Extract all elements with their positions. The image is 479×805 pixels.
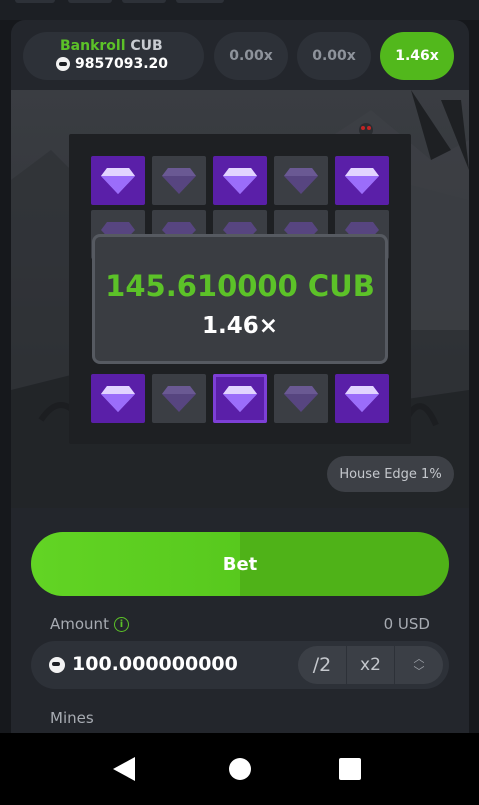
gem-icon — [162, 167, 196, 194]
double-label: x2 — [360, 655, 381, 675]
bet-button[interactable]: Bet — [31, 532, 449, 596]
gem-icon — [223, 385, 257, 412]
win-popup: 145.610000 CUB 1.46× — [92, 234, 388, 364]
coin-icon — [56, 57, 70, 71]
amount-label-text: Amount — [50, 615, 109, 633]
house-edge-badge[interactable]: House Edge 1% — [327, 456, 454, 492]
multiplier-value: 1.46x — [395, 48, 439, 64]
amount-label: Amount i — [50, 615, 129, 633]
gem-icon — [101, 385, 135, 412]
win-multiplier: 1.46× — [201, 313, 279, 339]
back-icon[interactable] — [113, 757, 135, 781]
tile-unrevealed-gem — [152, 374, 206, 423]
gem-icon — [162, 385, 196, 412]
halve-label: /2 — [312, 654, 332, 676]
coin-icon — [49, 657, 65, 673]
bankroll-title: Bankroll CUB — [60, 38, 163, 54]
tab-nub — [122, 0, 166, 3]
halve-button[interactable]: /2 — [298, 646, 346, 684]
amount-value: 100.000000000 — [72, 653, 238, 675]
multiplier-value: 0.00x — [229, 48, 273, 64]
bankroll-value: 9857093.20 — [75, 56, 168, 72]
tab-nub — [15, 0, 55, 3]
info-icon[interactable]: i — [113, 616, 129, 632]
bet-button-label: Bet — [222, 553, 258, 575]
gem-icon — [284, 167, 318, 194]
chevron-up-icon[interactable]: ︿ — [414, 653, 425, 664]
win-amount: 145.610000 CUB — [105, 269, 375, 303]
tile-revealed-gem — [335, 374, 389, 423]
multiplier-current: 1.46x — [380, 32, 454, 80]
chevron-down-icon[interactable]: ﹀ — [414, 666, 425, 677]
amount-usd: 0 USD — [383, 615, 430, 633]
gem-icon — [284, 385, 318, 412]
recent-apps-icon[interactable] — [339, 758, 361, 780]
gem-icon — [101, 167, 135, 194]
multiplier-history-item: 0.00x — [214, 32, 288, 80]
tab-nub — [176, 0, 224, 3]
tile-revealed-gem — [91, 374, 145, 423]
top-strip — [0, 0, 479, 20]
multiplier-value: 0.00x — [312, 48, 356, 64]
bankroll-display: Bankroll CUB 9857093.20 — [23, 32, 204, 80]
tile-unrevealed-gem — [274, 156, 328, 205]
tile-unrevealed-gem — [274, 374, 328, 423]
home-icon[interactable] — [229, 758, 251, 780]
tile-unrevealed-gem — [152, 156, 206, 205]
bankroll-label: Bankroll — [60, 38, 126, 54]
amount-stepper[interactable]: ︿ ﹀ — [395, 646, 443, 684]
multiplier-history-item: 0.00x — [297, 32, 371, 80]
tab-nub — [68, 0, 112, 3]
tile-revealed-gem — [91, 156, 145, 205]
tile-revealed-gem — [335, 156, 389, 205]
mines-label: Mines — [50, 709, 94, 727]
tile-revealed-gem — [213, 374, 267, 423]
gem-icon — [223, 167, 257, 194]
gem-icon — [345, 167, 379, 194]
bankroll-amount: 9857093.20 — [56, 56, 168, 72]
house-edge-text: House Edge 1% — [339, 466, 442, 482]
tile-revealed-gem — [213, 156, 267, 205]
double-button[interactable]: x2 — [347, 646, 394, 684]
bankroll-currency: CUB — [130, 38, 163, 54]
gem-icon — [345, 385, 379, 412]
